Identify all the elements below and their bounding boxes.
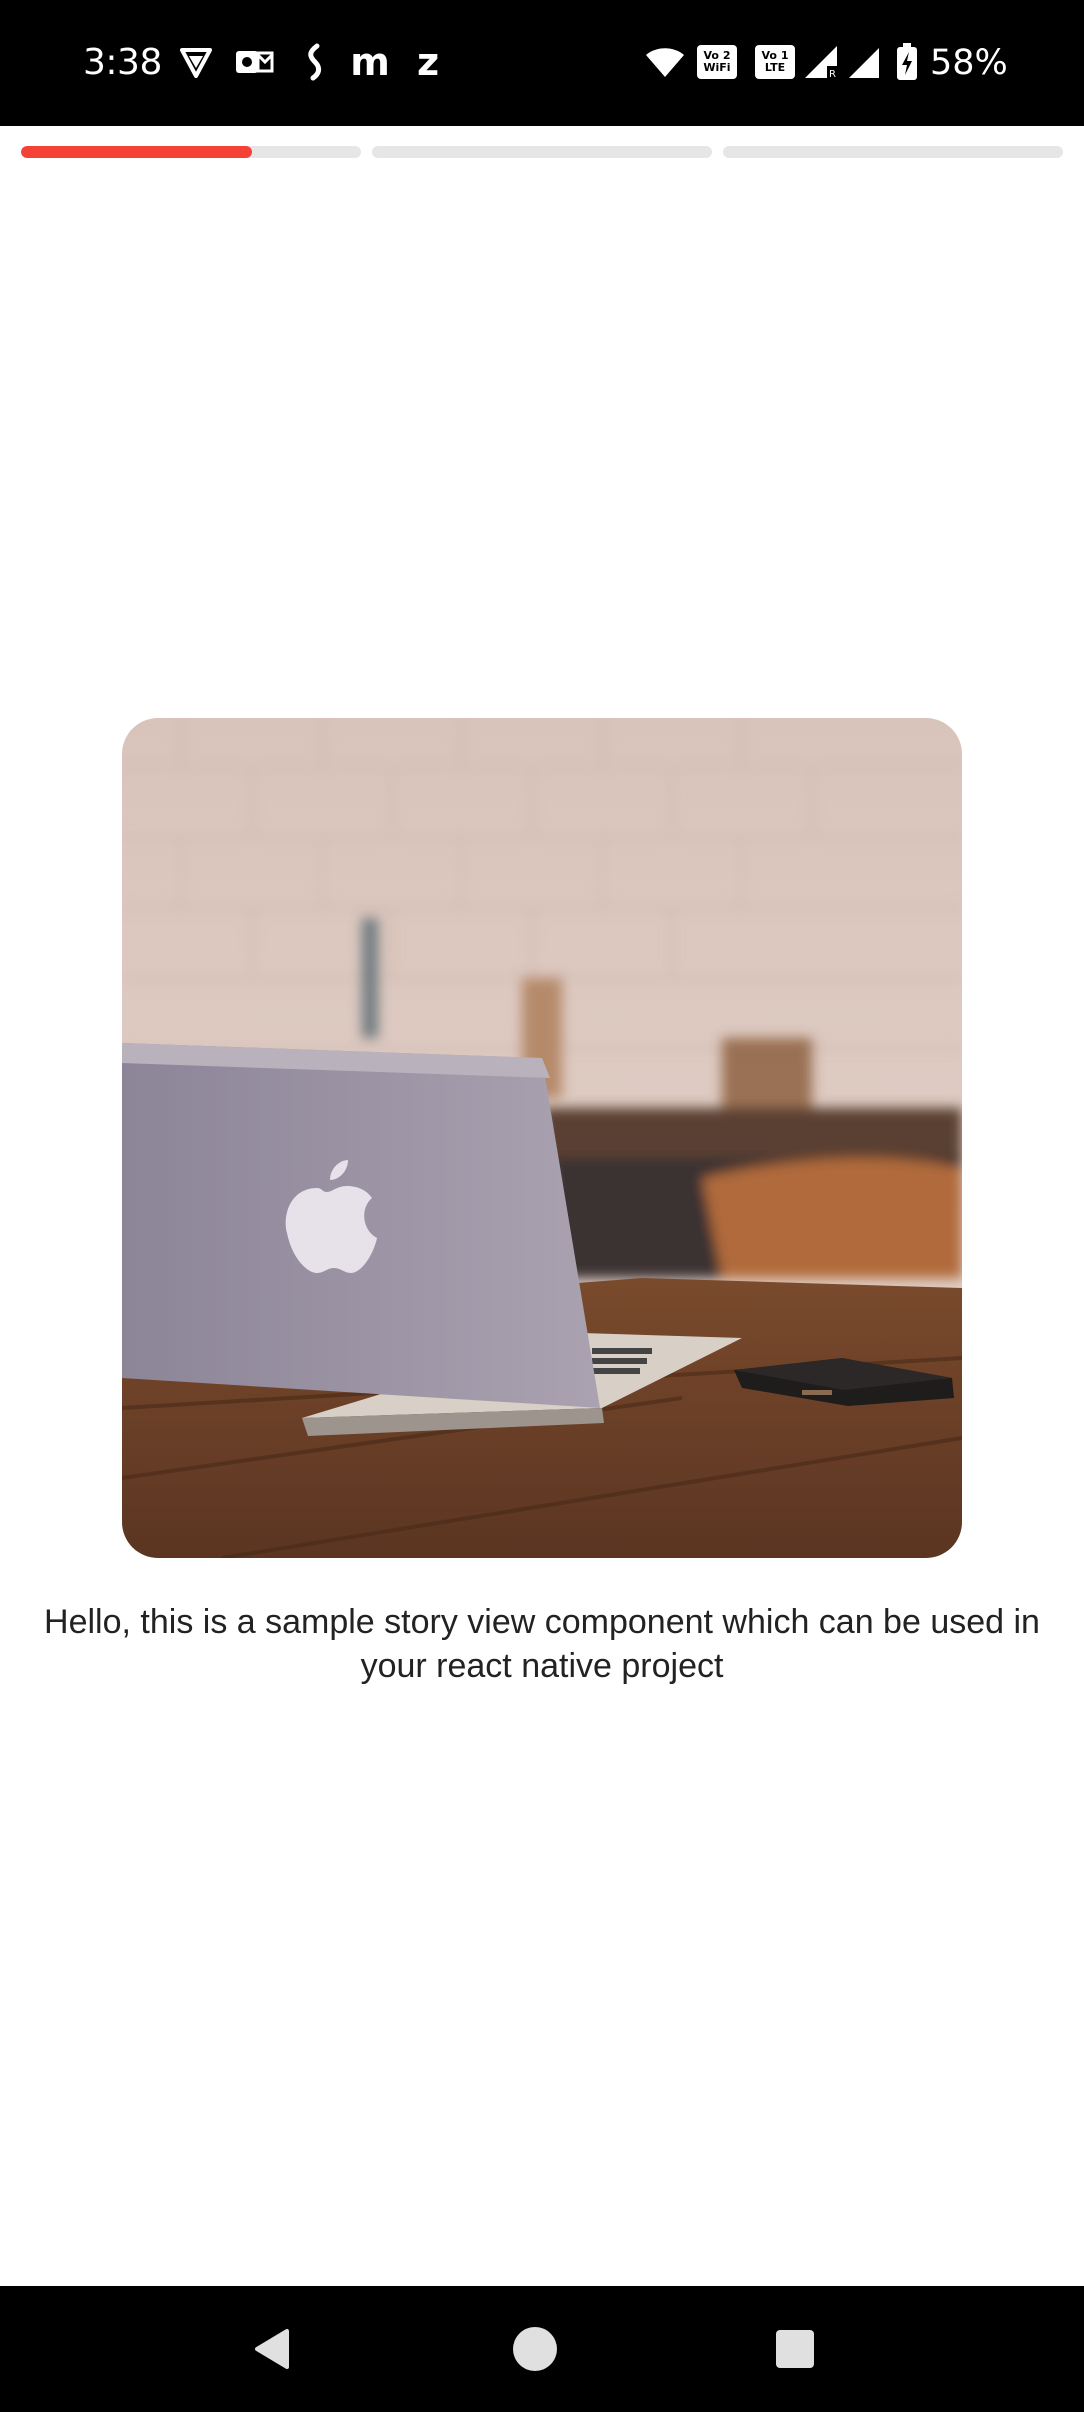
progress-segment-2 (372, 146, 712, 158)
battery-percent: 58% (930, 43, 1008, 83)
kotak-icon (294, 40, 334, 84)
m-app-icon: m (350, 40, 390, 84)
home-circle-icon[interactable] (502, 2316, 568, 2382)
wifi-icon (642, 40, 688, 84)
back-triangle-icon[interactable] (240, 2316, 306, 2382)
signal-icon (846, 40, 882, 84)
status-bar: 3:38 m z Vo 2 WiFi Vo 1 LTE R 58% (0, 0, 1084, 126)
outlook-icon (234, 40, 274, 84)
progress-segment-1 (21, 146, 361, 158)
z-app-icon: z (416, 40, 440, 84)
story-caption: Hello, this is a sample story view compo… (44, 1603, 1040, 1685)
laptop-on-desk-photo (122, 718, 962, 1558)
vpn-shield-icon (176, 40, 216, 84)
navigation-bar (0, 2286, 1084, 2412)
progress-segment-3 (723, 146, 1063, 158)
signal-roaming-icon: R (802, 40, 840, 84)
vo-wifi-badge: Vo 2 WiFi (697, 45, 737, 79)
status-time: 3:38 (83, 42, 162, 83)
story-image[interactable] (122, 718, 962, 1558)
battery-charging-icon (894, 40, 920, 84)
recents-square-icon[interactable] (762, 2316, 828, 2382)
svg-text:R: R (829, 69, 836, 80)
vo-lte-badge: Vo 1 LTE (755, 45, 795, 79)
